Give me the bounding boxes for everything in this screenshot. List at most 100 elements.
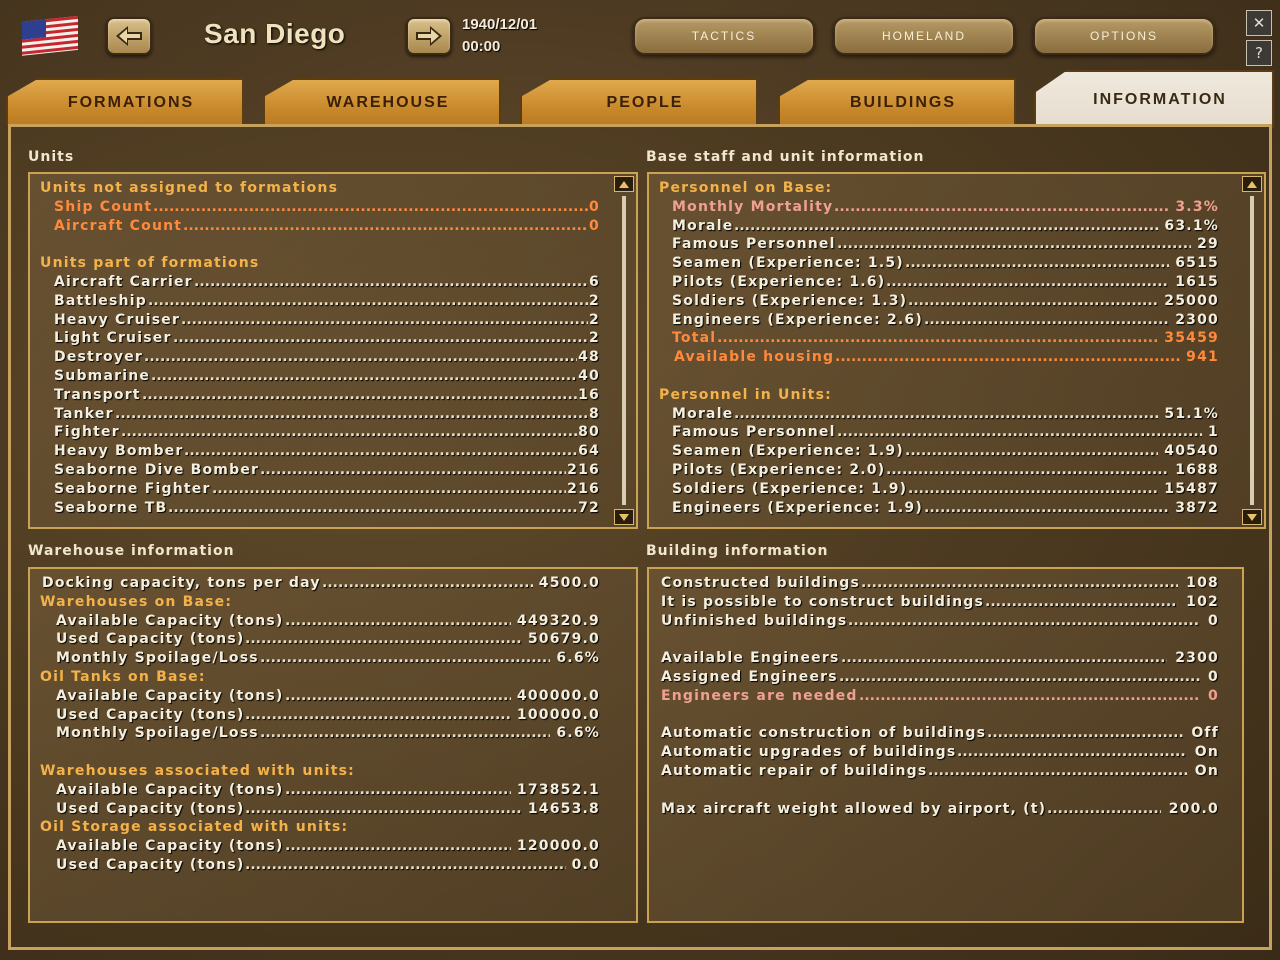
section-heading: Oil Storage associated with units:	[40, 819, 349, 836]
info-row: Docking capacity, tons per day 4500.0....…	[40, 574, 600, 593]
dot-leader: ........................................…	[260, 461, 566, 478]
arrow-left-icon	[116, 26, 142, 46]
dot-leader: ........................................…	[835, 349, 1180, 366]
row-label: Pilots (Experience: 1.6)	[672, 273, 886, 290]
row-label: Assigned Engineers	[661, 668, 838, 685]
info-row: Seaborne TB 72...........................…	[40, 499, 600, 518]
row-value: On	[1194, 762, 1219, 779]
row-label: Seaborne TB	[54, 499, 168, 516]
row-label: Engineers (Experience: 2.6)	[672, 311, 923, 328]
section-heading: Units part of formations	[40, 255, 260, 272]
row-value: Off	[1191, 725, 1219, 742]
row-label: Used Capacity (tons)	[56, 706, 245, 723]
dot-leader: ........................................…	[886, 273, 1169, 290]
info-row: Max aircraft weight allowed by airport, …	[659, 800, 1219, 819]
homeland-button[interactable]: HOMELAND	[833, 17, 1015, 55]
row-label: Famous Personnel	[672, 236, 836, 253]
section-heading: Units not assigned to formations	[40, 180, 339, 196]
info-row: Light Cruiser 2..........................…	[40, 329, 600, 348]
row-value: 6515	[1175, 255, 1219, 272]
section-heading: Personnel on Base:	[659, 180, 833, 196]
options-button[interactable]: OPTIONS	[1033, 17, 1215, 55]
tab-formations[interactable]: FORMATIONS	[6, 78, 244, 126]
row-label: Seaborne Dive Bomber	[54, 461, 260, 478]
units-scrollbar[interactable]	[614, 176, 634, 525]
row-label: Ship Count	[54, 198, 153, 215]
row-value: 51.1%	[1164, 405, 1219, 422]
row-value: 25000	[1164, 292, 1219, 309]
scroll-down-icon[interactable]	[614, 509, 634, 525]
row-value: 1	[1208, 424, 1219, 441]
scroll-up-icon[interactable]	[614, 176, 634, 192]
row-label: Destroyer	[54, 349, 143, 366]
dot-leader: ........................................…	[260, 725, 550, 742]
dot-leader: ........................................…	[245, 631, 522, 648]
row-label: Monthly Mortality	[672, 198, 834, 215]
scroll-up-icon[interactable]	[1242, 176, 1262, 192]
info-row: Aircraft Count 0.........................…	[40, 217, 600, 236]
row-label: Used Capacity (tons)	[56, 856, 245, 873]
row-value: 40540	[1164, 443, 1219, 460]
tab-people[interactable]: PEOPLE	[520, 78, 758, 126]
info-row: Morale 51.1%.............................…	[659, 405, 1219, 424]
row-label: Automatic repair of buildings	[661, 762, 928, 779]
row-value: 0	[1208, 687, 1219, 704]
info-row: Engineers (Experience: 2.6) 2300.........…	[659, 311, 1219, 330]
warehouse-panel: Docking capacity, tons per day 4500.0....…	[28, 567, 638, 923]
row-value: 48	[578, 349, 600, 366]
row-label: Docking capacity, tons per day	[42, 575, 321, 591]
row-value: 14653.8	[527, 800, 600, 817]
info-row: Automatic construction of buildings Off..…	[659, 724, 1219, 743]
dot-leader: ........................................…	[957, 744, 1187, 761]
row-label: Available Capacity (tons)	[56, 781, 284, 798]
info-row: Soldiers (Experience: 1.9) 15487.........…	[659, 480, 1219, 499]
warehouse-list: Docking capacity, tons per day 4500.0....…	[40, 574, 600, 875]
row-value: 100000.0	[516, 706, 600, 723]
warehouse-title: Warehouse information	[28, 543, 235, 559]
dot-leader: ........................................…	[734, 217, 1158, 234]
dot-leader: ........................................…	[837, 236, 1191, 253]
prev-base-button[interactable]	[106, 17, 152, 55]
help-icon[interactable]: ?	[1246, 40, 1272, 66]
row-value: 2	[589, 330, 600, 347]
dot-leader: ........................................…	[861, 575, 1178, 591]
dot-leader: ........................................…	[908, 480, 1158, 497]
arrow-right-icon	[416, 26, 442, 46]
info-row: Seaborne Dive Bomber 216.................…	[40, 461, 600, 480]
row-label: Monthly Spoilage/Loss	[56, 650, 259, 667]
dot-leader: ........................................…	[245, 856, 566, 873]
dot-leader: ........................................…	[144, 349, 577, 366]
dot-leader: ........................................…	[834, 198, 1169, 215]
row-label: Morale	[672, 405, 734, 422]
info-row: Engineers (Experience: 1.9) 3872.........…	[659, 499, 1219, 518]
info-row: It is possible to construct buildings 102…	[659, 593, 1219, 612]
tab-warehouse[interactable]: WAREHOUSE	[263, 78, 501, 126]
close-icon[interactable]: ✕	[1246, 10, 1272, 36]
section-heading: Personnel in Units:	[659, 386, 832, 403]
info-row: Available Capacity (tons) 173852.1.......…	[40, 781, 600, 800]
row-label: Available Engineers	[661, 650, 840, 667]
game-time: 00:00	[462, 38, 501, 55]
info-row: Automatic repair of buildings On.........…	[659, 762, 1219, 781]
dot-leader: ........................................…	[184, 443, 577, 460]
row-value: 0.0	[571, 856, 600, 873]
scroll-track[interactable]	[622, 196, 626, 505]
row-value: 6.6%	[556, 650, 600, 667]
next-base-button[interactable]	[406, 17, 452, 55]
scroll-track[interactable]	[1250, 196, 1254, 505]
row-value: 6	[589, 273, 600, 290]
staff-scrollbar[interactable]	[1242, 176, 1262, 525]
row-value: 16	[578, 386, 600, 403]
scroll-down-icon[interactable]	[1242, 509, 1262, 525]
dot-leader: ........................................…	[1047, 800, 1161, 817]
building-title: Building information	[646, 543, 829, 559]
tab-buildings[interactable]: BUILDINGS	[778, 78, 1016, 126]
info-row: Famous Personnel 29......................…	[659, 235, 1219, 254]
game-date: 1940/12/01	[462, 16, 538, 33]
info-row: Seaborne Fighter 216.....................…	[40, 480, 600, 499]
tactics-button[interactable]: TACTICS	[633, 17, 815, 55]
tab-information[interactable]: INFORMATION	[1034, 70, 1274, 128]
row-label: Used Capacity (tons)	[56, 631, 245, 648]
